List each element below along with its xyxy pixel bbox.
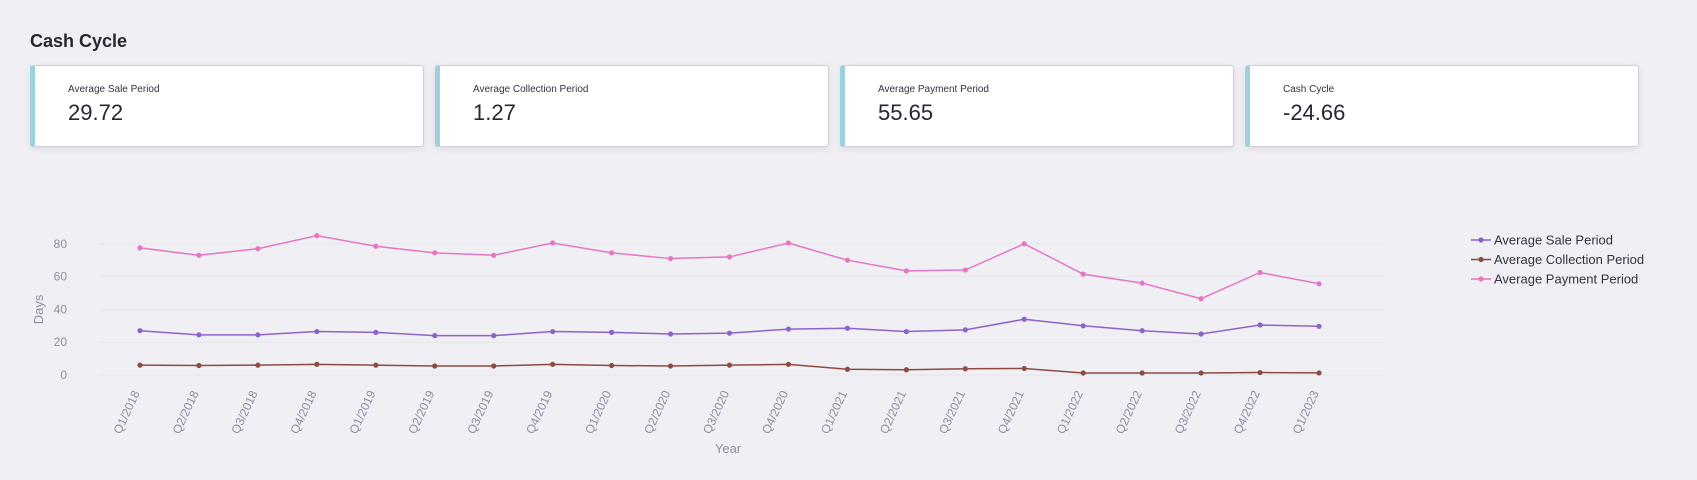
data-point <box>550 240 556 246</box>
series-line <box>139 234 1320 300</box>
legend-label: Average Collection Period <box>1494 252 1644 267</box>
x-tick-label: Q2/2021 <box>877 388 909 436</box>
data-point <box>314 328 320 335</box>
legend-label: Average Payment Period <box>1494 272 1638 287</box>
data-point <box>1257 369 1263 376</box>
data-point <box>550 361 556 367</box>
cash-cycle-line-chart: 0 20 40 60 80 Days Q1/2018 Q2/2018 Q3/2018 Q4/201… <box>31 233 1644 457</box>
x-tick-label: Q3/2022 <box>1172 388 1204 436</box>
y-tick-label: 0 <box>60 368 67 382</box>
data-point <box>844 366 851 372</box>
data-point <box>1139 280 1145 286</box>
y-axis-title: Days <box>31 294 46 324</box>
data-point <box>785 361 792 367</box>
data-point <box>1021 241 1027 247</box>
data-point <box>255 246 261 252</box>
data-point <box>314 233 320 239</box>
data-point <box>903 268 909 274</box>
data-point <box>137 328 143 334</box>
data-point <box>491 363 497 369</box>
data-point <box>609 250 615 256</box>
data-point <box>1198 331 1204 337</box>
legend-marker <box>1478 276 1484 282</box>
data-point <box>667 331 674 337</box>
data-point <box>1316 370 1322 376</box>
data-point <box>1080 370 1086 376</box>
data-point <box>373 243 379 249</box>
data-point <box>314 361 320 367</box>
y-tick-label: 40 <box>54 302 68 316</box>
data-point <box>432 250 438 256</box>
data-point <box>667 363 674 369</box>
data-point <box>1257 269 1263 276</box>
data-point <box>196 362 202 369</box>
x-tick-label: Q1/2019 <box>346 388 378 436</box>
data-point <box>844 325 851 331</box>
data-point <box>432 333 438 339</box>
data-point <box>432 363 438 369</box>
x-tick-label: Q3/2018 <box>228 388 260 436</box>
x-tick-label: Q2/2019 <box>405 388 437 436</box>
data-point <box>726 254 733 260</box>
y-tick-label: 80 <box>54 237 68 251</box>
data-point <box>196 252 202 258</box>
data-point <box>1257 322 1263 328</box>
x-tick-label: Q2/2022 <box>1113 388 1145 436</box>
data-point <box>137 245 143 251</box>
data-point <box>609 329 615 335</box>
data-point <box>373 329 379 335</box>
data-point <box>255 332 261 338</box>
data-point <box>726 330 733 336</box>
x-tick-label: Q3/2019 <box>464 388 496 436</box>
data-point <box>903 367 909 373</box>
data-point <box>1316 323 1322 329</box>
y-tick-label: 60 <box>54 270 68 284</box>
x-tick-label: Q2/2018 <box>170 388 202 436</box>
data-point <box>1198 370 1204 376</box>
x-tick-label: Q1/2022 <box>1054 388 1086 436</box>
data-point <box>667 255 674 262</box>
data-point <box>1080 271 1086 277</box>
x-tick-label: Q1/2018 <box>111 388 143 436</box>
x-tick-label: Q1/2023 <box>1290 388 1322 436</box>
data-point <box>962 267 968 273</box>
legend-marker <box>1478 256 1484 263</box>
data-point <box>491 252 497 258</box>
data-point <box>962 366 968 372</box>
x-tick-label: Q4/2020 <box>759 388 791 436</box>
legend-label: Average Sale Period <box>1494 233 1613 248</box>
data-point <box>137 362 143 368</box>
data-point <box>196 332 202 338</box>
data-point <box>1080 323 1086 329</box>
data-point <box>491 333 497 339</box>
data-point <box>1021 316 1027 322</box>
x-tick-label: Q2/2020 <box>641 388 673 436</box>
x-axis-title: Year <box>715 441 742 456</box>
x-tick-label: Q4/2021 <box>995 388 1027 436</box>
data-point <box>1139 328 1145 334</box>
data-point <box>962 327 968 333</box>
x-tick-label: Q4/2019 <box>523 388 555 436</box>
data-point <box>550 328 556 335</box>
x-tick-label: Q3/2020 <box>700 388 732 436</box>
y-tick-label: 20 <box>54 335 68 349</box>
data-point <box>1139 370 1145 376</box>
data-point <box>903 328 909 335</box>
x-tick-label: Q1/2021 <box>818 388 850 436</box>
data-point <box>255 362 261 368</box>
data-point <box>726 362 733 368</box>
data-point <box>1198 296 1204 302</box>
legend-marker <box>1478 237 1484 243</box>
data-point <box>609 362 615 369</box>
data-point <box>1316 281 1322 287</box>
data-point <box>373 362 379 368</box>
data-point <box>844 257 851 263</box>
x-tick-label: Q4/2022 <box>1231 388 1263 436</box>
x-tick-label: Q1/2020 <box>582 388 614 436</box>
x-tick-label: Q4/2018 <box>287 388 319 436</box>
data-point <box>785 326 792 332</box>
data-point <box>1021 365 1027 372</box>
x-tick-label: Q3/2021 <box>936 388 968 436</box>
data-point <box>785 240 792 246</box>
